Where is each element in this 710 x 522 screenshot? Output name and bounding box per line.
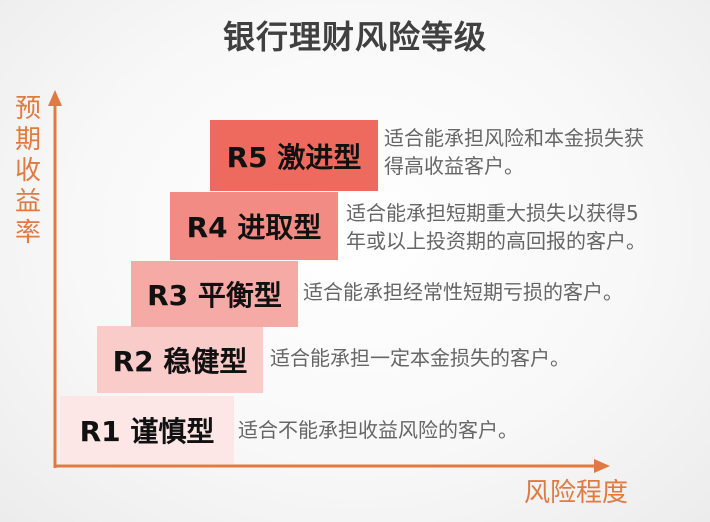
level-r5-desc-line-1: 适合能承担风险和本金损失获 — [384, 126, 644, 150]
level-r4-desc-line-2: 年或以上投资期的高回报的客户。 — [346, 229, 646, 253]
level-r5-description: 适合能承担风险和本金损失获 得高收益客户。 — [384, 124, 644, 180]
level-r4-box: R4 进取型 — [170, 192, 338, 260]
x-axis-arrow — [594, 459, 610, 473]
level-r2-box: R2 稳健型 — [97, 326, 263, 393]
level-r3-label: R3 平衡型 — [147, 279, 282, 312]
level-r1-desc-line: 适合不能承担收益风险的客户。 — [238, 418, 518, 442]
level-r3-box: R3 平衡型 — [131, 261, 298, 327]
level-r5-label: R5 激进型 — [226, 140, 362, 174]
y-axis-arrow — [48, 90, 62, 106]
level-r3-desc-line: 适合能承担经常性短期亏损的客户。 — [303, 280, 623, 304]
level-r5-box: R5 激进型 — [210, 120, 378, 191]
level-r3-description: 适合能承担经常性短期亏损的客户。 — [303, 278, 623, 306]
level-r1-label: R1 谨慎型 — [79, 415, 215, 448]
level-r2-label: R2 稳健型 — [112, 344, 248, 378]
level-r2-desc-line: 适合能承担一定本金损失的客户。 — [270, 346, 570, 370]
level-r4-label: R4 进取型 — [186, 211, 322, 244]
level-r4-description: 适合能承担短期重大损失以获得5 年或以上投资期的高回报的客户。 — [346, 199, 646, 255]
level-r5-desc-line-2: 得高收益客户。 — [384, 154, 524, 178]
level-r1-description: 适合不能承担收益风险的客户。 — [238, 416, 518, 444]
level-r4-desc-line-1: 适合能承担短期重大损失以获得5 — [346, 201, 639, 225]
level-r2-description: 适合能承担一定本金损失的客户。 — [270, 344, 570, 372]
level-r1-box: R1 谨慎型 — [60, 396, 234, 464]
